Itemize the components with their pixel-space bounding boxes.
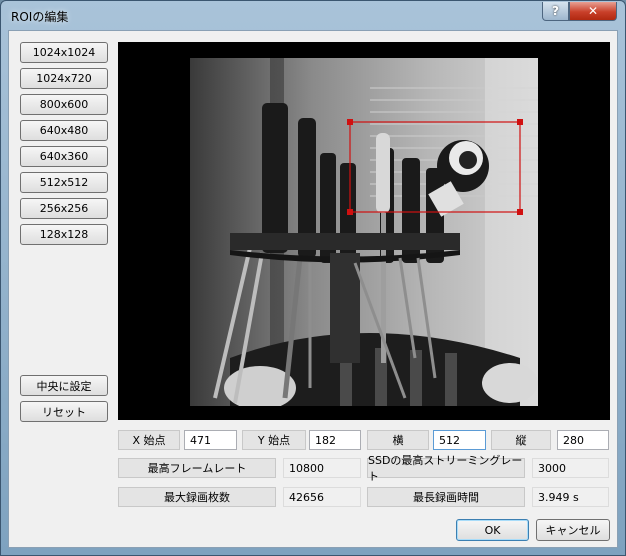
width-label: 横 <box>367 430 429 450</box>
max-frames-label: 最大録画枚数 <box>118 487 276 507</box>
center-button[interactable]: 中央に設定 <box>20 375 108 396</box>
help-icon: ? <box>552 4 559 18</box>
preset-256x256-button[interactable]: 256x256 <box>20 198 108 219</box>
x-start-input[interactable]: 471 <box>184 430 237 450</box>
close-button[interactable]: ✕ <box>569 2 617 21</box>
help-button[interactable]: ? <box>542 2 569 21</box>
camera-image <box>190 58 538 406</box>
preset-800x600-button[interactable]: 800x600 <box>20 94 108 115</box>
max-time-label: 最長録画時間 <box>367 487 525 507</box>
max-frames-value: 42656 <box>283 487 361 507</box>
preset-1024x1024-button[interactable]: 1024x1024 <box>20 42 108 63</box>
ok-button[interactable]: OK <box>456 519 529 541</box>
dialog-window: ROIの編集 ? ✕ 1024x1024 1024x720 800x600 64… <box>0 0 626 556</box>
y-start-label: Y 始点 <box>242 430 306 450</box>
window-title: ROIの編集 <box>11 10 69 24</box>
height-label: 縦 <box>491 430 551 450</box>
max-frame-rate-label: 最高フレームレート <box>118 458 276 478</box>
title-bar[interactable]: ROIの編集 ? ✕ <box>1 1 625 31</box>
ssd-stream-rate-label: SSDの最高ストリーミングレート <box>367 454 525 483</box>
width-input[interactable]: 512 <box>433 430 486 450</box>
dialog-client-area: 1024x1024 1024x720 800x600 640x480 640x3… <box>8 30 618 548</box>
max-frame-rate-value: 10800 <box>283 458 361 478</box>
close-icon: ✕ <box>587 4 599 18</box>
preset-128x128-button[interactable]: 128x128 <box>20 224 108 245</box>
max-time-value: 3.949 s <box>532 487 609 507</box>
x-start-label: X 始点 <box>118 430 180 450</box>
ssd-stream-rate-value: 3000 <box>532 458 609 478</box>
height-input[interactable]: 280 <box>557 430 609 450</box>
preset-512x512-button[interactable]: 512x512 <box>20 172 108 193</box>
camera-preview[interactable] <box>118 42 610 420</box>
cancel-button[interactable]: キャンセル <box>536 519 610 541</box>
y-start-input[interactable]: 182 <box>309 430 361 450</box>
preset-1024x720-button[interactable]: 1024x720 <box>20 68 108 89</box>
preset-640x480-button[interactable]: 640x480 <box>20 120 108 141</box>
preset-640x360-button[interactable]: 640x360 <box>20 146 108 167</box>
reset-button[interactable]: リセット <box>20 401 108 422</box>
